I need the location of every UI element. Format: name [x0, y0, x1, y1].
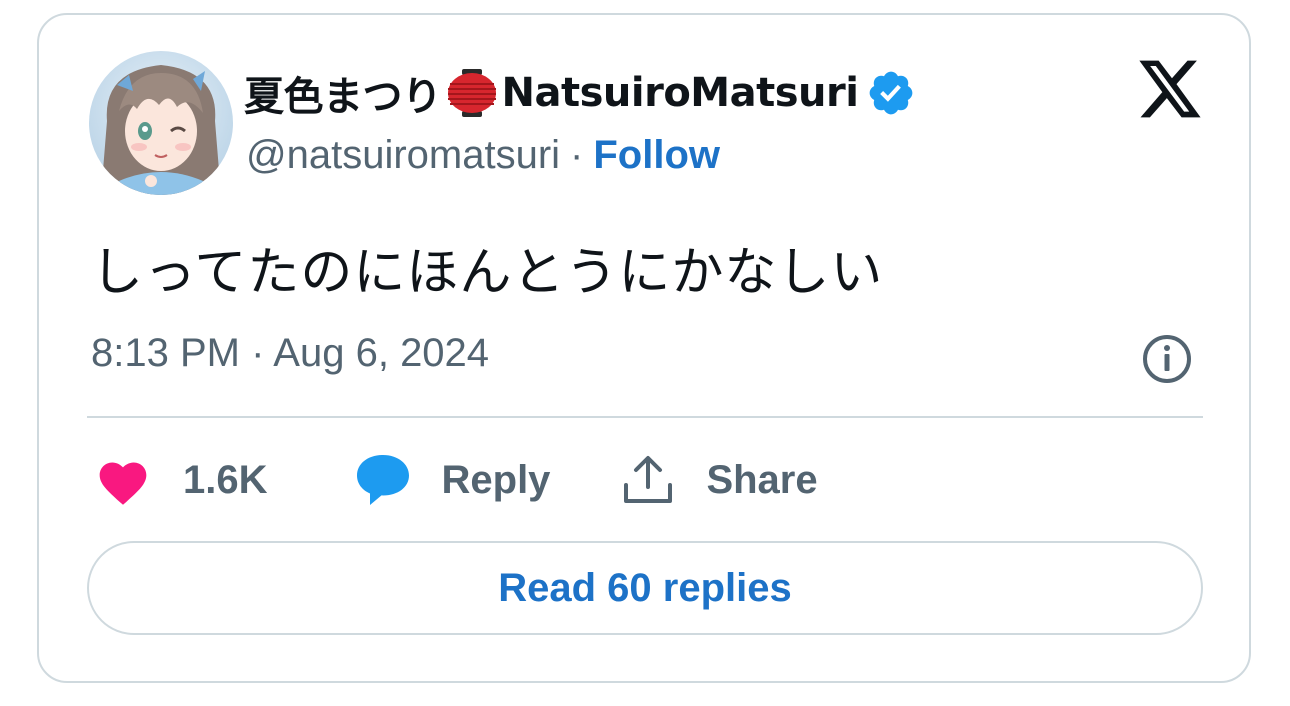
author-name-row[interactable]: 夏色まつり NatsuiroMatsuri: [244, 63, 916, 123]
author-display-name-jp[interactable]: 夏色まつり: [244, 64, 442, 122]
like-button[interactable]: 1.6K: [95, 454, 268, 506]
avatar-image: [89, 51, 233, 195]
tweet-timestamp[interactable]: 8:13 PM · Aug 6, 2024: [91, 331, 489, 376]
divider: [87, 416, 1203, 418]
share-upload-icon: [622, 453, 674, 507]
author-display-name-en[interactable]: NatsuiroMatsuri: [502, 70, 859, 116]
handle-separator: ·: [570, 132, 584, 177]
author-handle-row: @natsuiromatsuri · Follow: [246, 129, 720, 181]
like-count: 1.6K: [183, 457, 268, 502]
tweet-text: しってたのにほんとうにかなしい: [91, 243, 884, 303]
speech-bubble-icon: [354, 452, 412, 508]
follow-button[interactable]: Follow: [593, 133, 720, 178]
share-button[interactable]: Share: [622, 453, 818, 507]
reply-label: Reply: [441, 457, 551, 502]
share-label: Share: [706, 457, 818, 502]
verified-badge-icon: [866, 68, 916, 118]
tweet-embed-card: 夏色まつり NatsuiroMatsuri @natsuiromatsuri ·…: [37, 13, 1251, 683]
read-replies-button[interactable]: Read 60 replies: [87, 541, 1203, 635]
heart-icon: [95, 454, 151, 506]
tweet-actions: 1.6K Reply Share: [95, 447, 818, 513]
reply-button[interactable]: Reply: [354, 452, 551, 508]
info-icon[interactable]: [1141, 333, 1193, 385]
x-logo-icon[interactable]: [1134, 57, 1202, 121]
author-handle[interactable]: @natsuiromatsuri: [246, 133, 560, 178]
author-avatar[interactable]: [89, 51, 233, 195]
red-paper-lantern-icon: [446, 67, 498, 119]
